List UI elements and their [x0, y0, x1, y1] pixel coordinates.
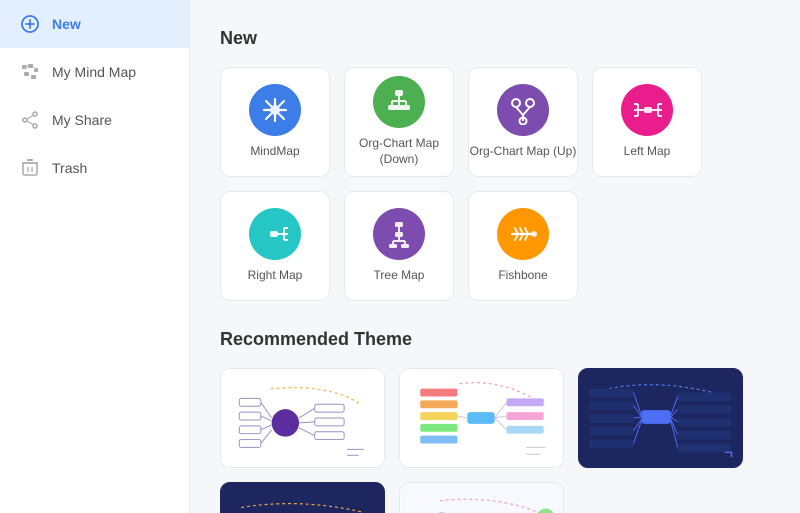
sidebar-item-new[interactable]: New: [0, 0, 189, 48]
new-section-title: New: [220, 28, 770, 49]
theme-card-3[interactable]: [578, 368, 743, 468]
trash-icon: [20, 158, 40, 178]
theme-card-5[interactable]: [399, 482, 564, 513]
left-icon-circle: [621, 84, 673, 136]
theme-card-1[interactable]: [220, 368, 385, 468]
map-card-right[interactable]: Right Map: [220, 191, 330, 301]
sidebar-item-trash[interactable]: Trash: [0, 144, 189, 192]
recommended-section-title: Recommended Theme: [220, 329, 770, 350]
tree-map-label: Tree Map: [374, 268, 425, 284]
map-card-org-down[interactable]: Org-Chart Map(Down): [344, 67, 454, 177]
map-card-left[interactable]: Left Map: [592, 67, 702, 177]
plus-icon: [20, 14, 40, 34]
map-icon: [20, 62, 40, 82]
right-icon-circle: [249, 208, 301, 260]
theme-card-2[interactable]: [399, 368, 564, 468]
sidebar-item-new-label: New: [52, 16, 81, 32]
tree-icon-circle: [373, 208, 425, 260]
org-down-icon-circle: [373, 76, 425, 128]
sidebar-item-my-mind-map[interactable]: My Mind Map: [0, 48, 189, 96]
map-card-mindmap[interactable]: MindMap: [220, 67, 330, 177]
org-down-label: Org-Chart Map(Down): [359, 136, 439, 167]
map-type-grid: MindMap Org-Chart Map(Down): [220, 67, 770, 301]
sidebar: New My Mind Map My Share: [0, 0, 190, 513]
fishbone-icon-circle: [497, 208, 549, 260]
map-card-org-up[interactable]: Org-Chart Map (Up): [468, 67, 578, 177]
org-up-label: Org-Chart Map (Up): [470, 144, 577, 160]
share-icon: [20, 110, 40, 130]
theme-grid: [220, 368, 770, 513]
sidebar-item-my-mind-map-label: My Mind Map: [52, 64, 136, 80]
sidebar-item-trash-label: Trash: [52, 160, 87, 176]
theme-card-4[interactable]: [220, 482, 385, 513]
mindmap-label: MindMap: [250, 144, 299, 160]
org-up-icon-circle: [497, 84, 549, 136]
map-card-tree[interactable]: Tree Map: [344, 191, 454, 301]
fishbone-label: Fishbone: [498, 268, 547, 284]
map-card-fishbone[interactable]: Fishbone: [468, 191, 578, 301]
sidebar-item-my-share-label: My Share: [52, 112, 112, 128]
sidebar-item-my-share[interactable]: My Share: [0, 96, 189, 144]
left-map-label: Left Map: [624, 144, 671, 160]
right-map-label: Right Map: [248, 268, 303, 284]
main-content: New MindMap: [190, 0, 800, 513]
mindmap-icon-circle: [249, 84, 301, 136]
